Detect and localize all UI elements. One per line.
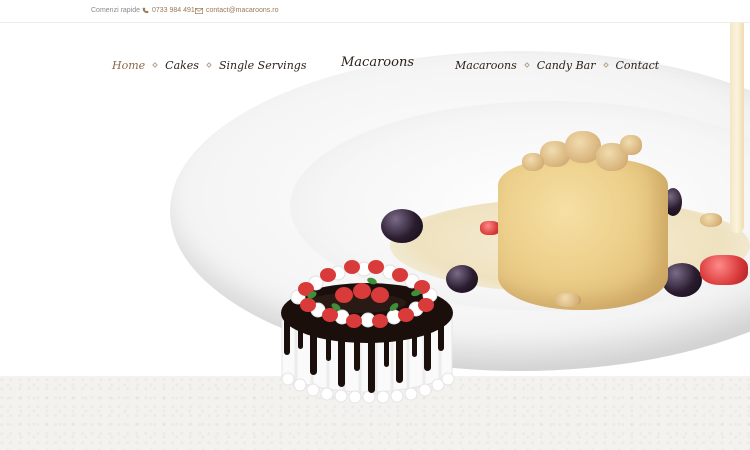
main-nav-right: Macaroons Candy Bar Contact (455, 57, 659, 73)
nav-item-cakes[interactable]: Cakes (165, 59, 199, 72)
crumble-topping (522, 153, 544, 171)
nav-item-macaroons[interactable]: Macaroons (455, 59, 517, 72)
envelope-icon (195, 7, 203, 14)
nav-separator (206, 62, 212, 68)
quick-orders-text: Comenzi rapide (91, 7, 141, 14)
phone-icon (142, 7, 149, 14)
quick-orders-label: Comenzi rapide (91, 7, 140, 14)
nav-separator (523, 62, 530, 68)
main-nav-left: Home Cakes Single Servings (112, 57, 306, 73)
crumble-topping (620, 135, 642, 155)
crumble-topping (700, 213, 722, 227)
nav-item-single-servings[interactable]: Single Servings (219, 59, 307, 72)
phone-link[interactable]: 0733 984 491 (142, 7, 195, 14)
site-logo[interactable]: Macaroons (341, 55, 414, 70)
chocolate-drip-cake-image (281, 260, 455, 404)
crumble-topping (555, 293, 581, 307)
strawberry-piece (480, 221, 500, 235)
email-link[interactable]: contact@macaroons.ro (195, 7, 278, 14)
nav-item-home[interactable]: Home (112, 59, 145, 72)
top-contact-bar: Comenzi rapide 0733 984 491 contact@maca… (0, 0, 750, 23)
phone-number: 0733 984 491 (152, 7, 195, 14)
blueberry (662, 263, 702, 297)
nav-item-contact[interactable]: Contact (616, 59, 660, 72)
email-address: contact@macaroons.ro (206, 7, 279, 14)
cream-drizzle (730, 23, 744, 233)
strawberry-piece (700, 255, 748, 285)
nav-separator (602, 62, 609, 68)
sponge-cake (498, 158, 668, 310)
nav-item-candy-bar[interactable]: Candy Bar (537, 59, 596, 72)
nav-separator (152, 62, 158, 68)
blueberry (381, 209, 423, 243)
